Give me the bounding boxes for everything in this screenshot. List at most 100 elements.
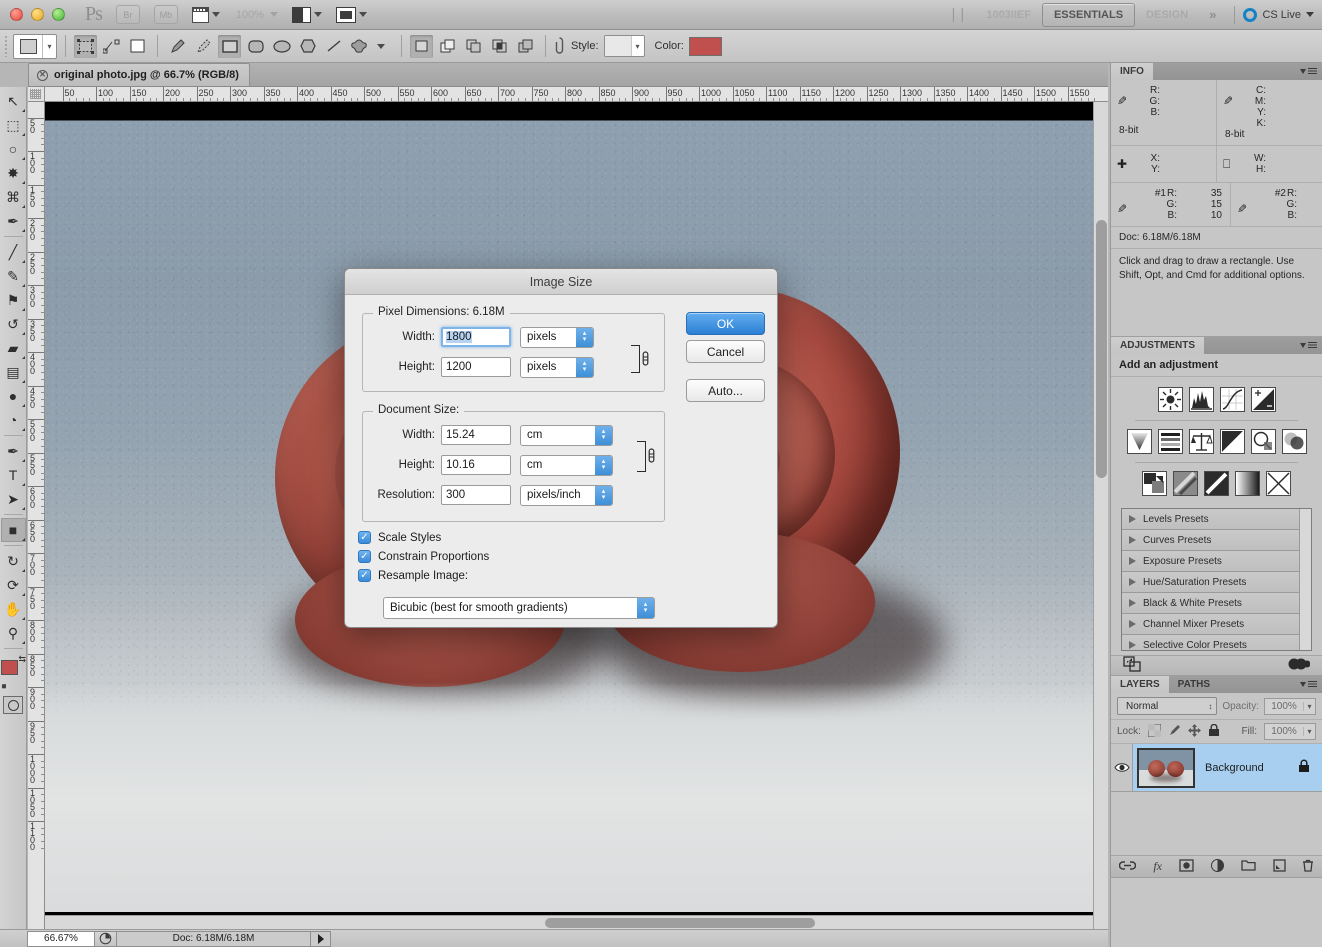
blend-mode-select[interactable]: Normal ↕ — [1117, 697, 1218, 715]
doc-height-unit-select[interactable]: cm ▴ ▾ — [520, 454, 613, 476]
rounded-rectangle-icon[interactable] — [244, 35, 267, 58]
posterize-icon[interactable] — [1173, 471, 1198, 496]
fill-pixels-icon[interactable] — [126, 35, 149, 58]
gradient-tool[interactable]: ▤ — [1, 360, 26, 384]
color-balance-icon[interactable] — [1188, 429, 1214, 454]
new-layer-icon[interactable] — [1272, 858, 1286, 875]
fill-field[interactable]: 100% ▾ — [1264, 723, 1316, 740]
rectangular-marquee-tool[interactable]: ⬚ — [1, 113, 26, 137]
pixel-height-unit-select[interactable]: pixels ▴ ▾ — [520, 356, 594, 378]
move-tool[interactable]: ↖ — [1, 89, 26, 113]
cancel-button[interactable]: Cancel — [686, 340, 765, 363]
opacity-field[interactable]: 100% ▾ — [1264, 697, 1316, 715]
layer-visibility-toggle[interactable] — [1111, 744, 1133, 791]
lock-position-icon[interactable] — [1187, 723, 1201, 740]
workspace-tab-design[interactable]: DESIGN — [1135, 4, 1199, 26]
launch-mini-bridge-button[interactable]: Mb — [153, 5, 178, 24]
return-to-adjustment-list-icon[interactable] — [1123, 656, 1141, 675]
cs-live-button[interactable]: CS Live — [1243, 7, 1314, 22]
tab-info[interactable]: INFO — [1111, 63, 1153, 80]
view-previous-state-icon[interactable] — [1288, 657, 1311, 674]
horizontal-type-tool[interactable]: T — [1, 463, 26, 487]
lock-all-icon[interactable] — [1208, 723, 1220, 740]
lock-transparency-icon[interactable] — [1147, 723, 1162, 740]
lock-image-icon[interactable] — [1168, 724, 1181, 740]
rectangle-icon[interactable] — [218, 34, 241, 58]
scale-styles-checkbox[interactable]: ✓ Scale Styles — [358, 531, 489, 544]
preset-row[interactable]: Levels Presets — [1122, 509, 1311, 530]
horizontal-ruler[interactable]: 50 100 150 200 250 300 350 400 450 500 550 600 650 70… — [45, 87, 1108, 102]
pen-icon[interactable] — [166, 35, 189, 58]
doc-width-unit-select[interactable]: cm ▴ ▾ — [520, 424, 613, 446]
canvas-vertical-scrollbar[interactable] — [1093, 102, 1108, 929]
spot-healing-brush-tool[interactable]: ╱ — [1, 240, 26, 264]
shape-layers-icon[interactable] — [74, 34, 97, 58]
shape-color-swatch[interactable] — [688, 36, 722, 56]
view-extras-button[interactable] — [191, 6, 220, 23]
photo-filter-icon[interactable] — [1250, 429, 1276, 454]
vibrance-icon[interactable] — [1126, 429, 1152, 454]
layer-row-background[interactable]: Background — [1111, 744, 1322, 792]
workspace-more-button[interactable]: » — [1199, 7, 1226, 22]
pen-tool[interactable]: ✒ — [1, 439, 26, 463]
status-zoom-field[interactable]: 66.67% — [27, 930, 95, 947]
pixel-width-unit-select[interactable]: pixels ▴ ▾ — [520, 326, 594, 348]
status-menu-arrow-icon[interactable] — [311, 930, 331, 947]
brightness-contrast-icon[interactable] — [1157, 387, 1183, 412]
selective-color-icon[interactable] — [1266, 471, 1291, 496]
close-icon[interactable]: ✕ — [37, 69, 48, 81]
3d-rotate-tool[interactable]: ↻ — [1, 549, 26, 573]
eraser-tool[interactable]: ▰ — [1, 336, 26, 360]
canvas-horizontal-scrollbar[interactable] — [45, 915, 1093, 929]
workspace-tab-essentials[interactable]: ESSENTIALS — [1041, 2, 1136, 27]
new-fill-adjustment-icon[interactable] — [1210, 858, 1224, 875]
swap-colors-icon[interactable]: ⇆ — [18, 654, 26, 665]
preset-row[interactable]: Selective Color Presets — [1122, 635, 1311, 650]
chevron-down-icon[interactable] — [377, 43, 385, 49]
exposure-icon[interactable] — [1250, 387, 1276, 412]
subtract-from-shape-icon[interactable] — [462, 35, 485, 58]
add-to-shape-icon[interactable] — [436, 35, 459, 58]
rectangle-shape-tool[interactable]: ■ — [0, 518, 26, 542]
foreground-color-swatch[interactable] — [1, 660, 18, 675]
curves-icon[interactable] — [1219, 387, 1245, 412]
intersect-shape-icon[interactable] — [488, 35, 511, 58]
workspace-tab-custom[interactable]: 1003IIEF — [975, 4, 1042, 26]
invert-icon[interactable] — [1142, 471, 1167, 496]
new-shape-icon[interactable] — [410, 34, 433, 58]
zoom-tool[interactable]: ⚲ — [1, 621, 26, 645]
status-preview-button[interactable] — [95, 930, 117, 947]
preset-row[interactable]: Exposure Presets — [1122, 551, 1311, 572]
dodge-tool[interactable]: ◔ — [1, 408, 26, 432]
screen-mode-button[interactable] — [336, 6, 368, 23]
layer-style-icon[interactable]: fx — [1153, 859, 1162, 874]
exclude-shape-icon[interactable] — [514, 35, 537, 58]
tab-paths[interactable]: PATHS — [1169, 676, 1219, 693]
close-window-button[interactable] — [10, 8, 23, 21]
zoom-window-button[interactable] — [52, 8, 65, 21]
resolution-input[interactable]: 300 — [441, 485, 511, 505]
history-brush-tool[interactable]: ↺ — [1, 312, 26, 336]
preset-row[interactable]: Curves Presets — [1122, 530, 1311, 551]
doc-height-input[interactable]: 10.16 — [441, 455, 511, 475]
scrollbar-thumb[interactable] — [545, 918, 815, 928]
info-panel-menu-button[interactable] — [1300, 63, 1322, 80]
arrange-documents-button[interactable] — [292, 6, 323, 23]
resolution-unit-select[interactable]: pixels/inch ▴ ▾ — [520, 484, 613, 506]
constrain-proportions-checkbox[interactable]: ✓ Constrain Proportions — [358, 550, 489, 563]
ruler-origin[interactable] — [28, 87, 45, 102]
hue-saturation-icon[interactable] — [1157, 429, 1183, 454]
channel-mixer-icon[interactable] — [1281, 429, 1307, 454]
tab-layers[interactable]: LAYERS — [1111, 676, 1169, 693]
3d-orbit-tool[interactable]: ⟳ — [1, 573, 26, 597]
resample-method-select[interactable]: Bicubic (best for smooth gradients) ▴ ▾ — [383, 597, 655, 619]
blur-tool[interactable]: ● — [1, 384, 26, 408]
link-layers-icon[interactable] — [1119, 860, 1137, 874]
quick-mask-button[interactable] — [3, 696, 23, 714]
clone-stamp-tool[interactable]: ⚑ — [1, 288, 26, 312]
ok-button[interactable]: OK — [686, 312, 765, 335]
new-group-icon[interactable] — [1241, 859, 1256, 874]
tab-adjustments[interactable]: ADJUSTMENTS — [1111, 337, 1205, 354]
auto-button[interactable]: Auto... — [686, 379, 765, 402]
doc-width-input[interactable]: 15.24 — [441, 425, 511, 445]
